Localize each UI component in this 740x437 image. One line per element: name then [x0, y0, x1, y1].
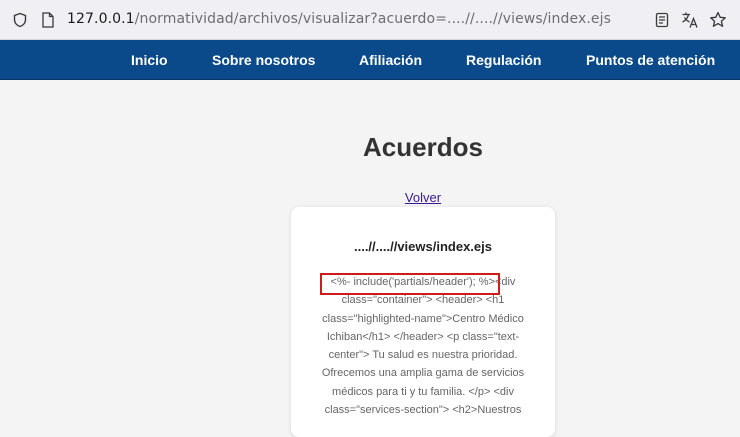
url-path: /normatividad/archivos/visualizar?acuerd… [134, 11, 611, 27]
translate-icon[interactable] [680, 10, 700, 30]
page-title: Acuerdos [363, 132, 483, 162]
reader-view-icon[interactable] [652, 10, 672, 30]
file-name: ....//....//views/index.ejs [353, 239, 492, 254]
bookmark-star-icon[interactable] [708, 10, 728, 30]
nav-item-puntos-de-atencion[interactable]: Puntos de atención [586, 40, 715, 80]
address-bar[interactable]: 127.0.0.1/normatividad/archivos/visualiz… [67, 11, 611, 27]
nav-item-regulacion[interactable]: Regulación [466, 40, 541, 80]
browser-toolbar: 127.0.0.1/normatividad/archivos/visualiz… [0, 0, 740, 40]
file-viewer-card: ....//....//views/index.ejs <%- include(… [291, 207, 555, 437]
main-navigation: Inicio Sobre nosotros Afiliación Regulac… [0, 40, 740, 80]
url-host: 127.0.0.1 [67, 11, 135, 27]
shield-icon[interactable] [10, 10, 30, 30]
nav-item-sobre-nosotros[interactable]: Sobre nosotros [212, 40, 315, 80]
page-icon [38, 10, 58, 30]
nav-item-afiliacion[interactable]: Afiliación [359, 40, 422, 80]
nav-item-inicio[interactable]: Inicio [131, 40, 168, 80]
file-content: <%- include('partials/header'); %><div c… [321, 276, 525, 417]
back-link[interactable]: Volver [0, 190, 740, 205]
